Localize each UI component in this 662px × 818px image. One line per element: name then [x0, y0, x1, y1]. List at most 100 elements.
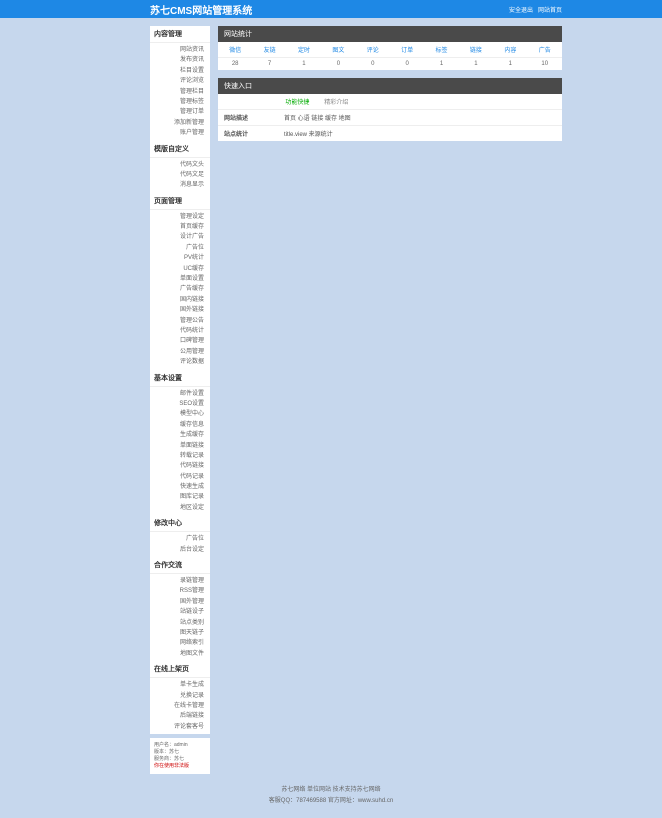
entry-tab-intro[interactable]: 精彩介绍 — [317, 94, 356, 110]
sidebar-item[interactable]: 管理标签 — [150, 97, 210, 107]
sidebar-item[interactable]: 公用管理 — [150, 347, 210, 357]
section-title: 在线上架页 — [150, 661, 210, 678]
sidebar-item[interactable]: 后台设定 — [150, 545, 210, 555]
stats-header[interactable]: 图文 — [321, 42, 355, 58]
entry-tab-shortcut[interactable]: 功能快捷 — [278, 94, 317, 110]
section-title: 页面管理 — [150, 193, 210, 210]
stats-value: 0 — [356, 58, 390, 71]
sidebar-item[interactable]: 站点类别 — [150, 618, 210, 628]
table-row: 网站描述首页 心语 链接 缓存 地图 — [218, 110, 562, 126]
entry-label: 站点统计 — [218, 126, 278, 142]
stats-header[interactable]: 广告 — [528, 42, 562, 58]
header-links: 安全退出 网站首页 — [509, 5, 562, 14]
sidebar-item[interactable]: 缓存信息 — [150, 420, 210, 430]
sidebar-item[interactable]: UC缓存 — [150, 264, 210, 274]
stats-value: 0 — [321, 58, 355, 71]
entry-value: title.view 来源统计 — [278, 126, 562, 142]
stats-value: 1 — [493, 58, 527, 71]
table-row: 站点统计title.view 来源统计 — [218, 126, 562, 142]
sidebar-item[interactable]: 栏目设置 — [150, 66, 210, 76]
stats-header[interactable]: 标签 — [424, 42, 458, 58]
sidebar-item[interactable]: 单面设置 — [150, 274, 210, 284]
stats-value: 1 — [424, 58, 458, 71]
section-title: 内容管理 — [150, 26, 210, 43]
stats-header[interactable]: 评论 — [356, 42, 390, 58]
stats-header[interactable]: 内容 — [493, 42, 527, 58]
sidebar-item[interactable]: 评论套客号 — [150, 722, 210, 732]
sidebar-item[interactable]: 地区设定 — [150, 503, 210, 513]
sidebar-item[interactable]: 网站资讯 — [150, 45, 210, 55]
sidebar-item[interactable]: 图天链子 — [150, 628, 210, 638]
sidebar-item[interactable]: 后端链接 — [150, 711, 210, 721]
sidebar-item[interactable]: 在线卡管理 — [150, 701, 210, 711]
stats-header[interactable]: 定时 — [287, 42, 321, 58]
sidebar-item[interactable]: 国外链接 — [150, 305, 210, 315]
sidebar-item[interactable]: 地图文件 — [150, 649, 210, 659]
stats-header[interactable]: 友链 — [252, 42, 286, 58]
sidebar-item[interactable]: 单卡生成 — [150, 680, 210, 690]
sidebar-item[interactable]: 代码文足 — [150, 170, 210, 180]
section-title: 模版自定义 — [150, 141, 210, 158]
home-link[interactable]: 网站首页 — [538, 8, 562, 14]
sidebar-item[interactable]: 邮件设置 — [150, 389, 210, 399]
sidebar-item[interactable]: 图库记录 — [150, 492, 210, 502]
sidebar: 内容管理网站资讯发布资讯栏目设置评论浏览管理栏目管理标签管理订单添加新管理账户管… — [150, 26, 210, 774]
sidebar-item[interactable]: 评论数据 — [150, 357, 210, 367]
sidebar-item[interactable]: 管理公告 — [150, 316, 210, 326]
app-title: 苏七CMS网站管理系统 — [150, 2, 252, 17]
sidebar-item[interactable]: 快速生成 — [150, 482, 210, 492]
stats-header[interactable]: 微信 — [218, 42, 252, 58]
sidebar-item[interactable]: 广告缓存 — [150, 284, 210, 294]
sidebar-item[interactable]: 管理设定 — [150, 212, 210, 222]
sidebar-item[interactable]: 广告位 — [150, 534, 210, 544]
sidebar-item[interactable]: 国外管理 — [150, 597, 210, 607]
sidebar-item[interactable]: SEO设置 — [150, 399, 210, 409]
sidebar-item[interactable]: 添加新管理 — [150, 118, 210, 128]
section-title: 基本设置 — [150, 370, 210, 387]
sidebar-item[interactable]: PV统计 — [150, 253, 210, 263]
sidebar-item[interactable]: 账户管理 — [150, 128, 210, 138]
sidebar-item[interactable]: 站链设子 — [150, 607, 210, 617]
section-title: 合作交流 — [150, 557, 210, 574]
sidebar-item[interactable]: 转载记录 — [150, 451, 210, 461]
logout-link[interactable]: 安全退出 — [509, 8, 533, 14]
sidebar-item[interactable]: 消息显示 — [150, 180, 210, 190]
sidebar-item[interactable]: 口碑管理 — [150, 336, 210, 346]
sidebar-item[interactable]: 发布资讯 — [150, 55, 210, 65]
sidebar-item[interactable]: 生成缓存 — [150, 430, 210, 440]
sidebar-item[interactable]: 模型中心 — [150, 409, 210, 419]
stats-value: 1 — [287, 58, 321, 71]
sidebar-item[interactable]: 代码统计 — [150, 326, 210, 336]
sidebar-item[interactable]: 首页缓存 — [150, 222, 210, 232]
entry-label: 网站描述 — [218, 110, 278, 126]
sidebar-item[interactable]: 单面链接 — [150, 441, 210, 451]
stats-value: 0 — [390, 58, 424, 71]
sidebar-item[interactable]: 网络索引 — [150, 638, 210, 648]
sidebar-item[interactable]: 代码记录 — [150, 472, 210, 482]
sidebar-item[interactable]: 广告位 — [150, 243, 210, 253]
sidebar-item[interactable]: 代码文头 — [150, 160, 210, 170]
section-title: 修改中心 — [150, 515, 210, 532]
entry-table: 功能快捷 精彩介绍 网站描述首页 心语 链接 缓存 地图站点统计title.vi… — [218, 94, 562, 141]
sidebar-item[interactable]: 管理栏目 — [150, 87, 210, 97]
stats-value: 10 — [528, 58, 562, 71]
sidebar-item[interactable]: 代码链接 — [150, 461, 210, 471]
sidebar-item[interactable]: 设计广告 — [150, 232, 210, 242]
stats-value: 7 — [252, 58, 286, 71]
entry-panel-title: 快速入口 — [218, 78, 562, 94]
footer: 苏七网络 单位网站 技术支持苏七网络 客服QQ：787469588 官方网址：w… — [0, 774, 662, 818]
sidebar-item[interactable]: 评论浏览 — [150, 76, 210, 86]
sidebar-item[interactable]: 录链管理 — [150, 576, 210, 586]
main-content: 网站统计 微信友链定时图文评论订单标签链接内容广告 287100011110 快… — [218, 26, 562, 774]
stats-header[interactable]: 订单 — [390, 42, 424, 58]
entry-value: 首页 心语 链接 缓存 地图 — [278, 110, 562, 126]
sidebar-item[interactable]: RSS管理 — [150, 586, 210, 596]
sidebar-item[interactable]: 兑换记录 — [150, 691, 210, 701]
user-info: 用户名：admin版本：苏七服务商：苏七你在使用非法版 — [150, 738, 210, 774]
stats-value: 28 — [218, 58, 252, 71]
stats-header[interactable]: 链接 — [459, 42, 493, 58]
sidebar-item[interactable]: 国内链接 — [150, 295, 210, 305]
sidebar-item[interactable]: 管理订单 — [150, 107, 210, 117]
stats-panel-title: 网站统计 — [218, 26, 562, 42]
stats-value: 1 — [459, 58, 493, 71]
